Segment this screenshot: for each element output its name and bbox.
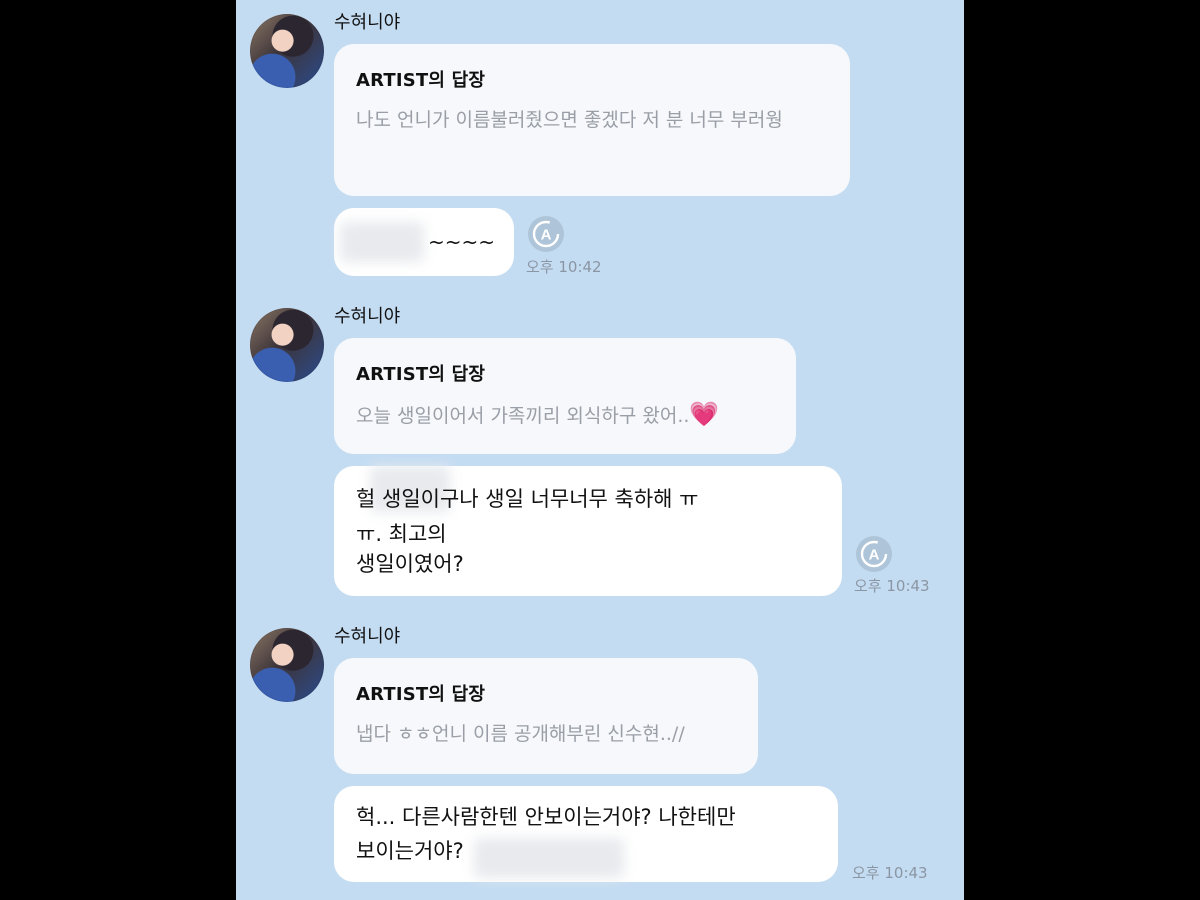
sender-name: 수혀니야 <box>334 626 401 647</box>
reply-bubble[interactable]: ARTIST의 답장 나도 언니가 이름불러줬으면 좋겠다 저 분 너무 부러웡 <box>334 44 850 196</box>
svg-text:A: A <box>869 547 880 564</box>
message-text-line: 헉... 다른사람한텐 안보이는거야? 나한테만 <box>356 805 736 829</box>
avatar[interactable] <box>250 628 324 702</box>
timestamp: 오후 10:43 <box>854 577 930 595</box>
sender-name: 수혀니야 <box>334 306 401 327</box>
avatar[interactable] <box>250 308 324 382</box>
reply-text-row: 오늘 생일이어서 가족끼리 외식하구 왔어..💗 <box>356 396 774 434</box>
reply-header: ARTIST의 답장 <box>356 684 486 705</box>
timestamp: 오후 10:43 <box>852 864 928 882</box>
message-bubble[interactable]: ~~~~ <box>334 208 514 276</box>
message-text-line: 헐 생일이구나 생일 너무너무 축하해 ㅠ <box>356 487 699 511</box>
reply-header: ARTIST의 답장 <box>356 364 486 385</box>
blurred-name <box>340 222 424 262</box>
reaction-icon[interactable]: A <box>856 536 892 572</box>
message-bubble[interactable]: 헐 생일이구나 생일 너무너무 축하해 ㅠ ㅠ. 최고의 생일이였어? <box>334 466 842 596</box>
chat-room[interactable]: 수혀니야 ARTIST의 답장 나도 언니가 이름불러줬으면 좋겠다 저 분 너… <box>236 0 964 900</box>
reply-text: 나도 언니가 이름불러줬으면 좋겠다 저 분 너무 부러웡 <box>356 109 783 131</box>
message-bubble[interactable]: 헉... 다른사람한텐 안보이는거야? 나한테만 보이는거야? <box>334 786 838 882</box>
message-text-line: 생일이였어? <box>356 552 464 576</box>
reply-bubble[interactable]: ARTIST의 답장 냅다 ㅎㅎ언니 이름 공개해부린 신수현..// <box>334 658 758 774</box>
message-text-line: 보이는거야? <box>356 839 464 863</box>
reaction-icon[interactable]: A <box>528 216 564 252</box>
blurred-name <box>474 838 624 878</box>
avatar[interactable] <box>250 14 324 88</box>
heart-emoji: 💗 <box>689 400 720 428</box>
reply-bubble[interactable]: ARTIST의 답장 오늘 생일이어서 가족끼리 외식하구 왔어..💗 <box>334 338 796 454</box>
timestamp: 오후 10:42 <box>526 258 602 276</box>
reply-text: 오늘 생일이어서 가족끼리 외식하구 왔어.. <box>356 405 690 427</box>
message-text: ~~~~ <box>428 230 496 254</box>
svg-text:A: A <box>541 227 552 244</box>
reply-text: 냅다 ㅎㅎ언니 이름 공개해부린 신수현..// <box>356 723 685 745</box>
reply-header: ARTIST의 답장 <box>356 70 486 91</box>
sender-name: 수혀니야 <box>334 12 401 33</box>
